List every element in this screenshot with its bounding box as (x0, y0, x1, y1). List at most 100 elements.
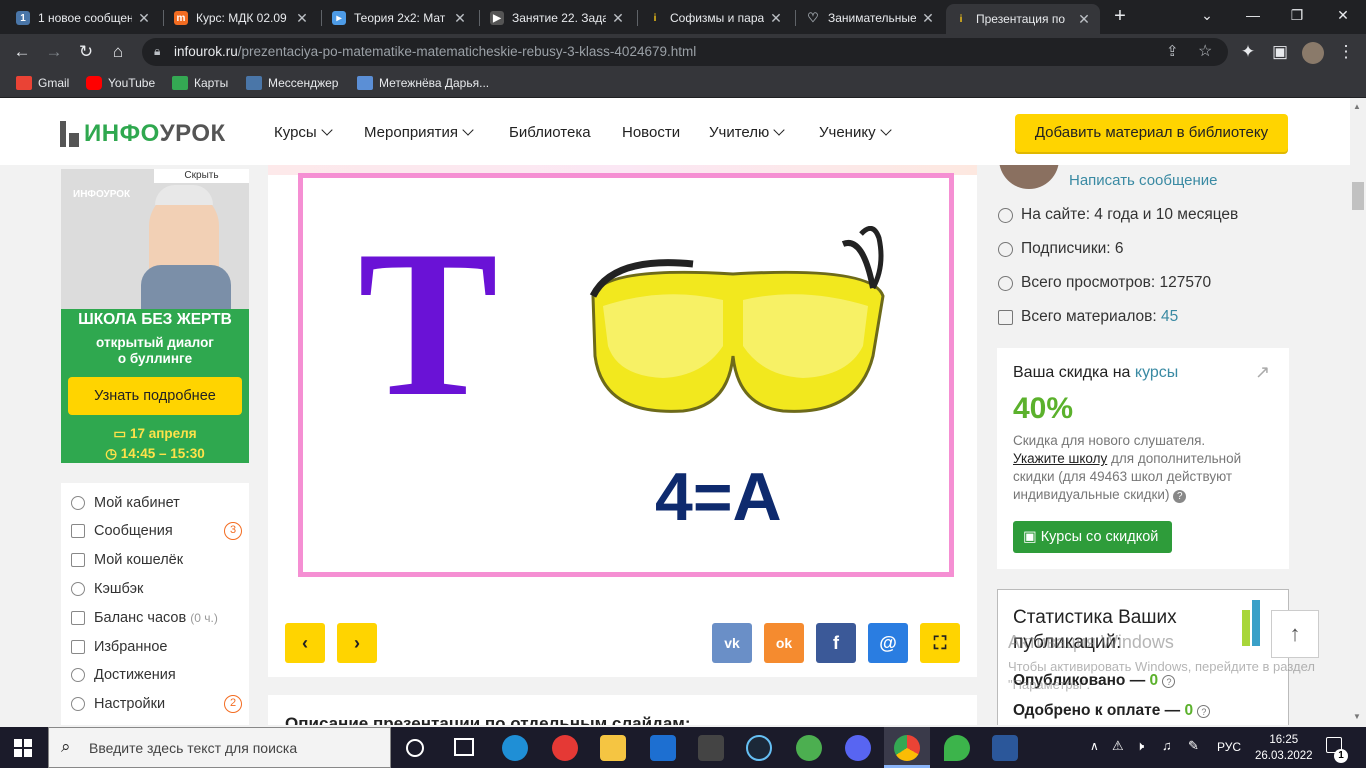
close-icon[interactable]: ✕ (920, 10, 936, 27)
dollar-icon (71, 582, 85, 596)
menu-student[interactable]: Ученику (819, 124, 892, 141)
courses-link[interactable]: курсы (1135, 364, 1178, 381)
infourok-logo[interactable]: ИНФО УРОК (60, 120, 226, 148)
help-icon[interactable]: ? (1173, 490, 1187, 503)
tab-2[interactable]: m Курс: МДК 02.09 ✕ (166, 4, 318, 32)
tab-4[interactable]: ▶ Занятие 22. Зада ✕ (482, 4, 634, 32)
next-slide-button[interactable]: › (337, 623, 377, 663)
sims-icon[interactable] (944, 735, 970, 761)
file-explorer-icon[interactable] (600, 735, 626, 761)
sidebar-icon[interactable]: ▣ (1268, 40, 1292, 64)
extensions-icon[interactable]: ✦ (1236, 40, 1260, 64)
bookmark-messenger[interactable]: Мессенджер (246, 76, 338, 90)
maps-icon (172, 76, 188, 90)
utorrent-icon[interactable] (796, 735, 822, 761)
author-avatar[interactable] (999, 165, 1059, 189)
bookmark-youtube[interactable]: YouTube (86, 76, 155, 90)
new-tab-button[interactable]: + (1110, 6, 1130, 26)
menu-favorites[interactable]: Избранное (71, 639, 167, 655)
scrollbar-thumb[interactable] (1352, 182, 1364, 210)
forward-icon[interactable]: → (42, 40, 66, 64)
add-material-button[interactable]: Добавить материал в библиотеку (1015, 114, 1288, 152)
tab-7-active[interactable]: i Презентация по ✕ (946, 4, 1100, 34)
bookmark-maps[interactable]: Карты (172, 76, 228, 90)
language-indicator[interactable]: РУС (1217, 740, 1241, 754)
chevron-down-icon (879, 124, 892, 136)
ad-hide-button[interactable]: Скрыть (154, 169, 249, 183)
windows-start-icon[interactable] (14, 739, 32, 757)
reload-icon[interactable]: ↻ (74, 40, 98, 64)
notification-badge: 1 (1334, 749, 1348, 763)
task-view-icon[interactable] (454, 738, 474, 756)
tab-3[interactable]: ▸ Теория 2х2: Мат ✕ (324, 4, 476, 32)
menu-achievements[interactable]: Достижения (71, 667, 176, 683)
tray-chevron-icon[interactable]: ∧ (1090, 739, 1099, 753)
address-bar[interactable]: 🔒︎ infourok.ru/prezentaciya-po-matematik… (142, 38, 1228, 66)
close-icon[interactable]: ✕ (1076, 11, 1092, 28)
url-text[interactable]: infourok.ru/prezentaciya-po-matematike-m… (174, 44, 696, 59)
word-icon[interactable] (992, 735, 1018, 761)
menu-icon[interactable]: ⋮ (1334, 40, 1358, 64)
materials-count-link[interactable]: 45 (1161, 308, 1178, 326)
mail-icon[interactable] (650, 735, 676, 761)
close-icon[interactable]: ✕ (136, 10, 152, 27)
cortana-icon[interactable] (406, 739, 424, 757)
close-icon[interactable]: ✕ (452, 10, 468, 27)
close-icon[interactable]: ✕ (768, 10, 784, 27)
taskbar-search[interactable]: ⌕ Введите здесь текст для поиска (48, 727, 391, 768)
close-window-button[interactable]: ✕ (1328, 4, 1358, 26)
back-icon[interactable]: ← (10, 40, 34, 64)
menu-my-cabinet[interactable]: Мой кабинет (71, 495, 180, 511)
menu-wallet[interactable]: Мой кошелёк (71, 552, 183, 568)
menu-news[interactable]: Новости (622, 124, 680, 141)
fullscreen-button[interactable]: ⛶ (920, 623, 960, 663)
prev-slide-button[interactable]: ‹ (285, 623, 325, 663)
page-scrollbar[interactable]: ▲ ▼ (1350, 98, 1366, 726)
menu-teacher[interactable]: Учителю (709, 124, 785, 141)
ad-learn-more-button[interactable]: Узнать подробнее (68, 377, 242, 415)
profile-avatar[interactable] (1302, 42, 1324, 64)
external-link-icon[interactable]: ↗ (1255, 362, 1270, 383)
menu-events[interactable]: Мероприятия (364, 124, 474, 141)
menu-library[interactable]: Библиотека (509, 124, 591, 141)
share-facebook-button[interactable]: f (816, 623, 856, 663)
star-icon[interactable]: ☆ (1198, 41, 1212, 61)
share-ok-button[interactable]: ok (764, 623, 804, 663)
discount-courses-button[interactable]: ▣ Курсы со скидкой (1013, 521, 1172, 553)
headphones-icon[interactable]: ♫ (1162, 738, 1172, 753)
share-vk-button[interactable]: vk (712, 623, 752, 663)
bookmark-meteshneva[interactable]: Метежнёва Дарья... (357, 76, 489, 90)
close-icon[interactable]: ✕ (294, 10, 310, 27)
ad-banner[interactable]: Скрыть ИНФОУРОК ШКОЛА БЕЗ ЖЕРТВ открытый… (61, 169, 249, 463)
steam-icon[interactable] (746, 735, 772, 761)
clock[interactable]: 16:25 26.03.2022 (1255, 732, 1313, 764)
help-icon[interactable]: ? (1197, 705, 1211, 718)
pen-icon[interactable]: ✎ (1188, 738, 1199, 754)
edge-icon[interactable] (502, 735, 528, 761)
volume-icon[interactable]: 🕨︎ (1136, 738, 1144, 754)
specify-school-link[interactable]: Укажите школу (1013, 451, 1107, 466)
yandex-browser-icon[interactable] (552, 735, 578, 761)
share-mail-button[interactable]: @ (868, 623, 908, 663)
home-icon[interactable]: ⌂ (106, 40, 130, 64)
close-icon[interactable]: ✕ (610, 10, 626, 27)
menu-courses[interactable]: Курсы (274, 124, 333, 141)
minimize-button[interactable]: — (1238, 4, 1268, 26)
tab-5[interactable]: i Софизмы и пара ✕ (640, 4, 792, 32)
store-icon[interactable] (698, 735, 724, 761)
tab-1[interactable]: 1 1 новое сообщение ✕ (8, 4, 160, 32)
menu-hours-balance[interactable]: Баланс часов (0 ч.) (71, 610, 218, 626)
tab-6[interactable]: ♡ Занимательные ✕ (798, 4, 944, 32)
discord-icon[interactable] (845, 735, 871, 761)
network-icon[interactable]: ⚠ (1112, 738, 1124, 754)
write-message-link[interactable]: Написать сообщение (1069, 172, 1218, 189)
bookmark-gmail[interactable]: Gmail (16, 76, 69, 90)
scroll-to-top-button[interactable]: ↑ (1271, 610, 1319, 658)
chrome-icon[interactable] (894, 735, 920, 761)
menu-cashback[interactable]: Кэшбэк (71, 581, 143, 597)
restore-button[interactable]: ❐ (1282, 4, 1312, 26)
menu-messages[interactable]: Сообщения 3 (71, 522, 249, 540)
menu-settings[interactable]: Настройки 2 (71, 695, 249, 713)
share-icon[interactable]: ⇪ (1166, 42, 1179, 60)
tab-search-icon[interactable]: ⌄ (1192, 4, 1222, 26)
